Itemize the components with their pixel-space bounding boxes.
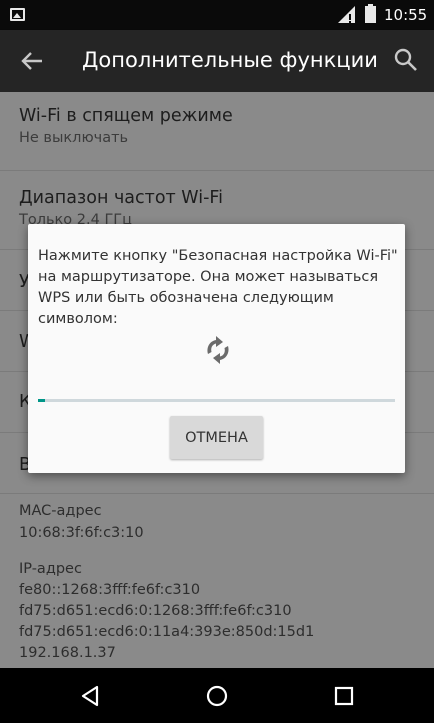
ip-address-value: fe80::1268:3fff:fe6f:c310 bbox=[19, 582, 201, 598]
battery-icon bbox=[365, 4, 376, 23]
setting-title: Wi-Fi в спящем режиме bbox=[19, 106, 233, 126]
arrow-back-icon[interactable] bbox=[16, 45, 48, 77]
ip-address-value: 192.168.1.37 bbox=[19, 645, 116, 661]
page-title: Дополнительные функции bbox=[82, 48, 378, 72]
setting-wifi-sleep[interactable]: Wi-Fi в спящем режиме Не выключать bbox=[0, 92, 434, 170]
cancel-button[interactable]: ОТМЕНА bbox=[170, 416, 263, 459]
progress-bar bbox=[38, 399, 395, 402]
nav-recents-icon[interactable] bbox=[332, 684, 356, 708]
dialog-message: Нажмите кнопку "Безопасная настройка Wi-… bbox=[38, 248, 398, 327]
ip-address-label: IP-адрес bbox=[19, 561, 82, 577]
status-bar: 10:55 bbox=[0, 0, 434, 30]
ip-address-value: fd75:d651:ecd6:0:11a4:393e:850d:15d1 bbox=[19, 624, 315, 640]
progress-fill bbox=[38, 399, 46, 402]
setting-subtitle: Не выключать bbox=[19, 130, 129, 146]
setting-title: Диапазон частот Wi-Fi bbox=[19, 188, 224, 208]
image-notification-icon bbox=[10, 8, 25, 21]
wps-dialog: Нажмите кнопку "Безопасная настройка Wi-… bbox=[28, 224, 405, 473]
navigation-bar bbox=[0, 668, 434, 723]
mac-address-value: 10:68:3f:6f:c3:10 bbox=[19, 525, 144, 541]
signal-icon bbox=[338, 6, 355, 23]
ip-address-value: fd75:d651:ecd6:0:1268:3fff:fe6f:c310 bbox=[19, 603, 292, 619]
nav-back-icon[interactable] bbox=[78, 684, 102, 708]
divider bbox=[0, 493, 434, 494]
clock: 10:55 bbox=[384, 6, 428, 24]
toolbar: Дополнительные функции bbox=[0, 30, 434, 92]
wps-sync-icon bbox=[207, 336, 229, 364]
mac-address-label: MAC-адрес bbox=[19, 503, 102, 519]
nav-home-icon[interactable] bbox=[205, 684, 229, 708]
search-icon[interactable] bbox=[392, 46, 420, 74]
